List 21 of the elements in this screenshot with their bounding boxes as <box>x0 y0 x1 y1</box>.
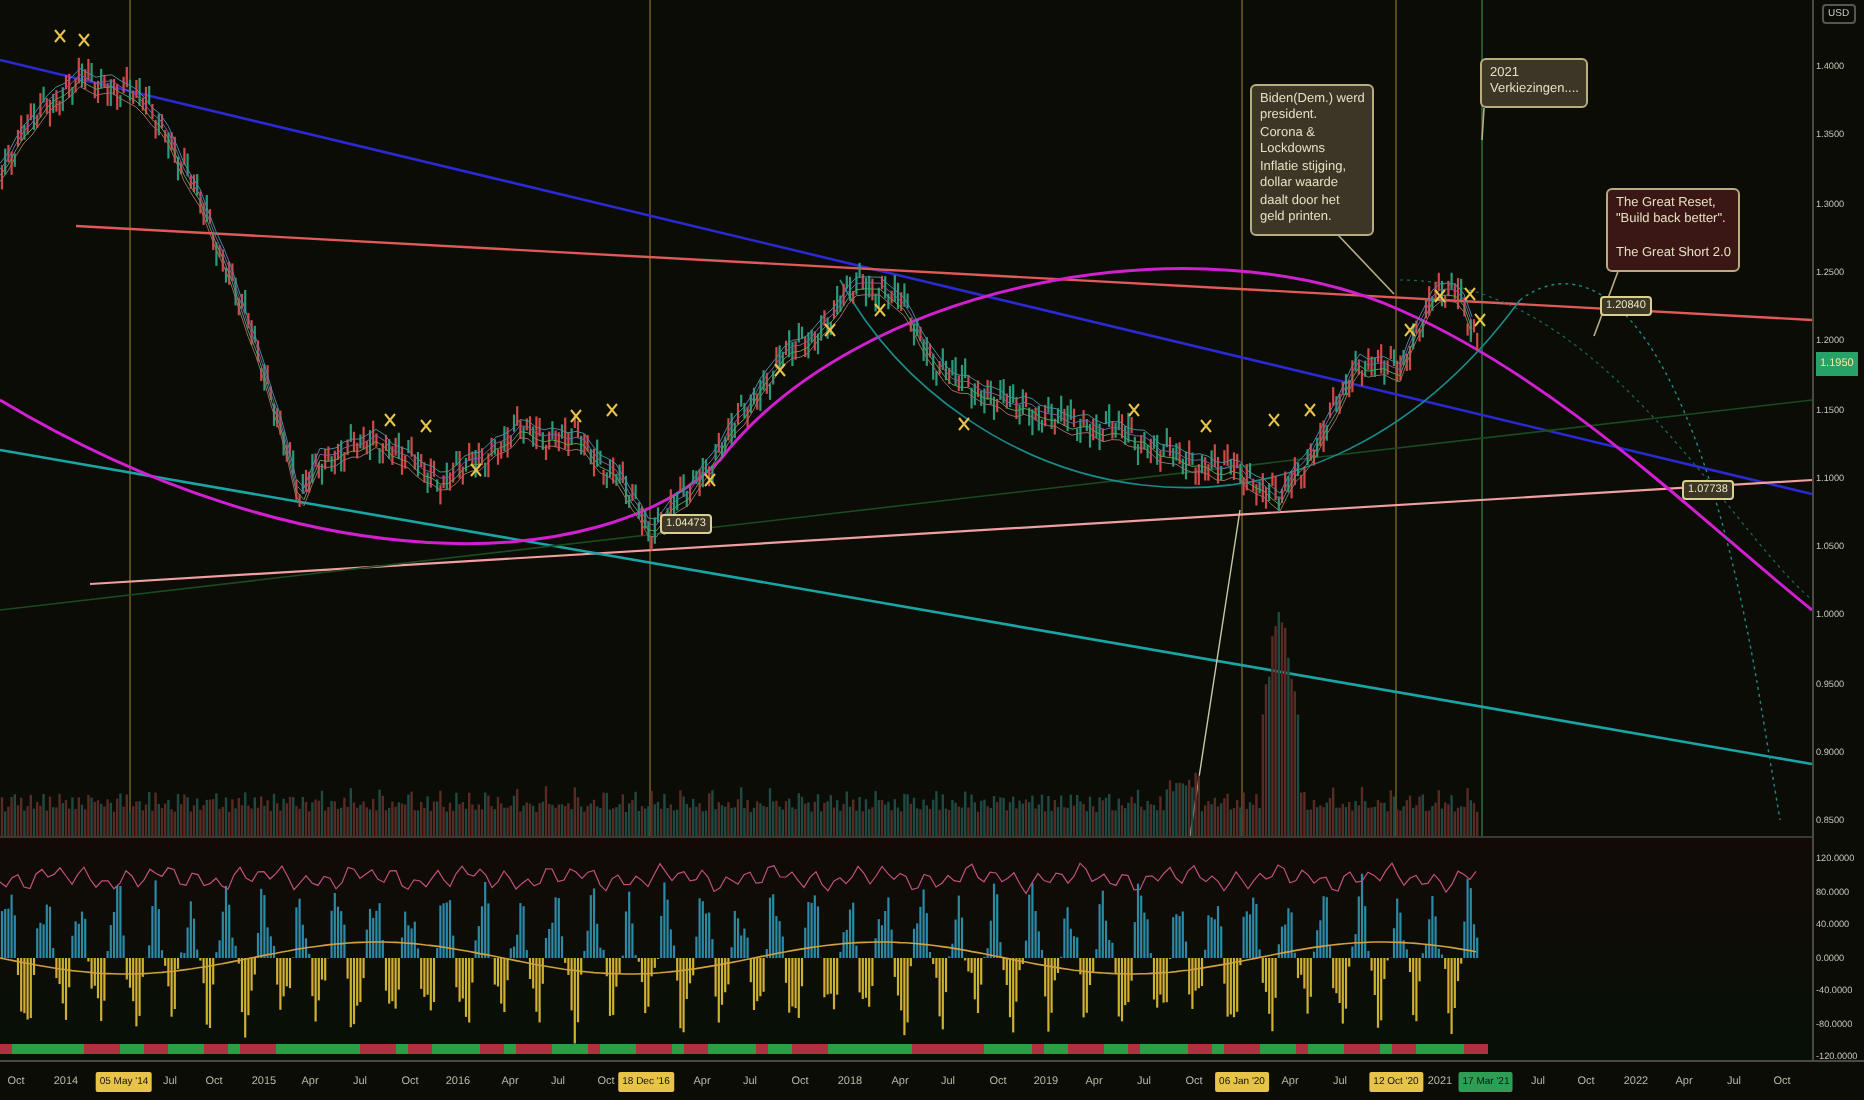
cross-marker <box>704 473 716 487</box>
cross-marker <box>774 363 786 377</box>
cross-marker <box>1404 323 1416 337</box>
cross-marker <box>824 323 836 337</box>
cross-marker <box>874 303 886 317</box>
cross-marker <box>78 33 90 47</box>
cross-marker <box>470 463 482 477</box>
cross-marker <box>570 409 582 423</box>
cross-marker <box>1474 313 1486 327</box>
cross-marker <box>54 29 66 43</box>
cross-marker <box>1464 287 1476 301</box>
cross-marker <box>384 413 396 427</box>
cross-marker <box>1128 403 1140 417</box>
cross-marker <box>958 417 970 431</box>
leader-line <box>1481 107 1485 141</box>
cross-marker <box>1200 419 1212 433</box>
cross-marker <box>606 403 618 417</box>
cross-marker <box>1304 403 1316 417</box>
cross-marker <box>420 419 432 433</box>
cross-marker <box>1434 289 1446 303</box>
cross-marker <box>1268 413 1280 427</box>
